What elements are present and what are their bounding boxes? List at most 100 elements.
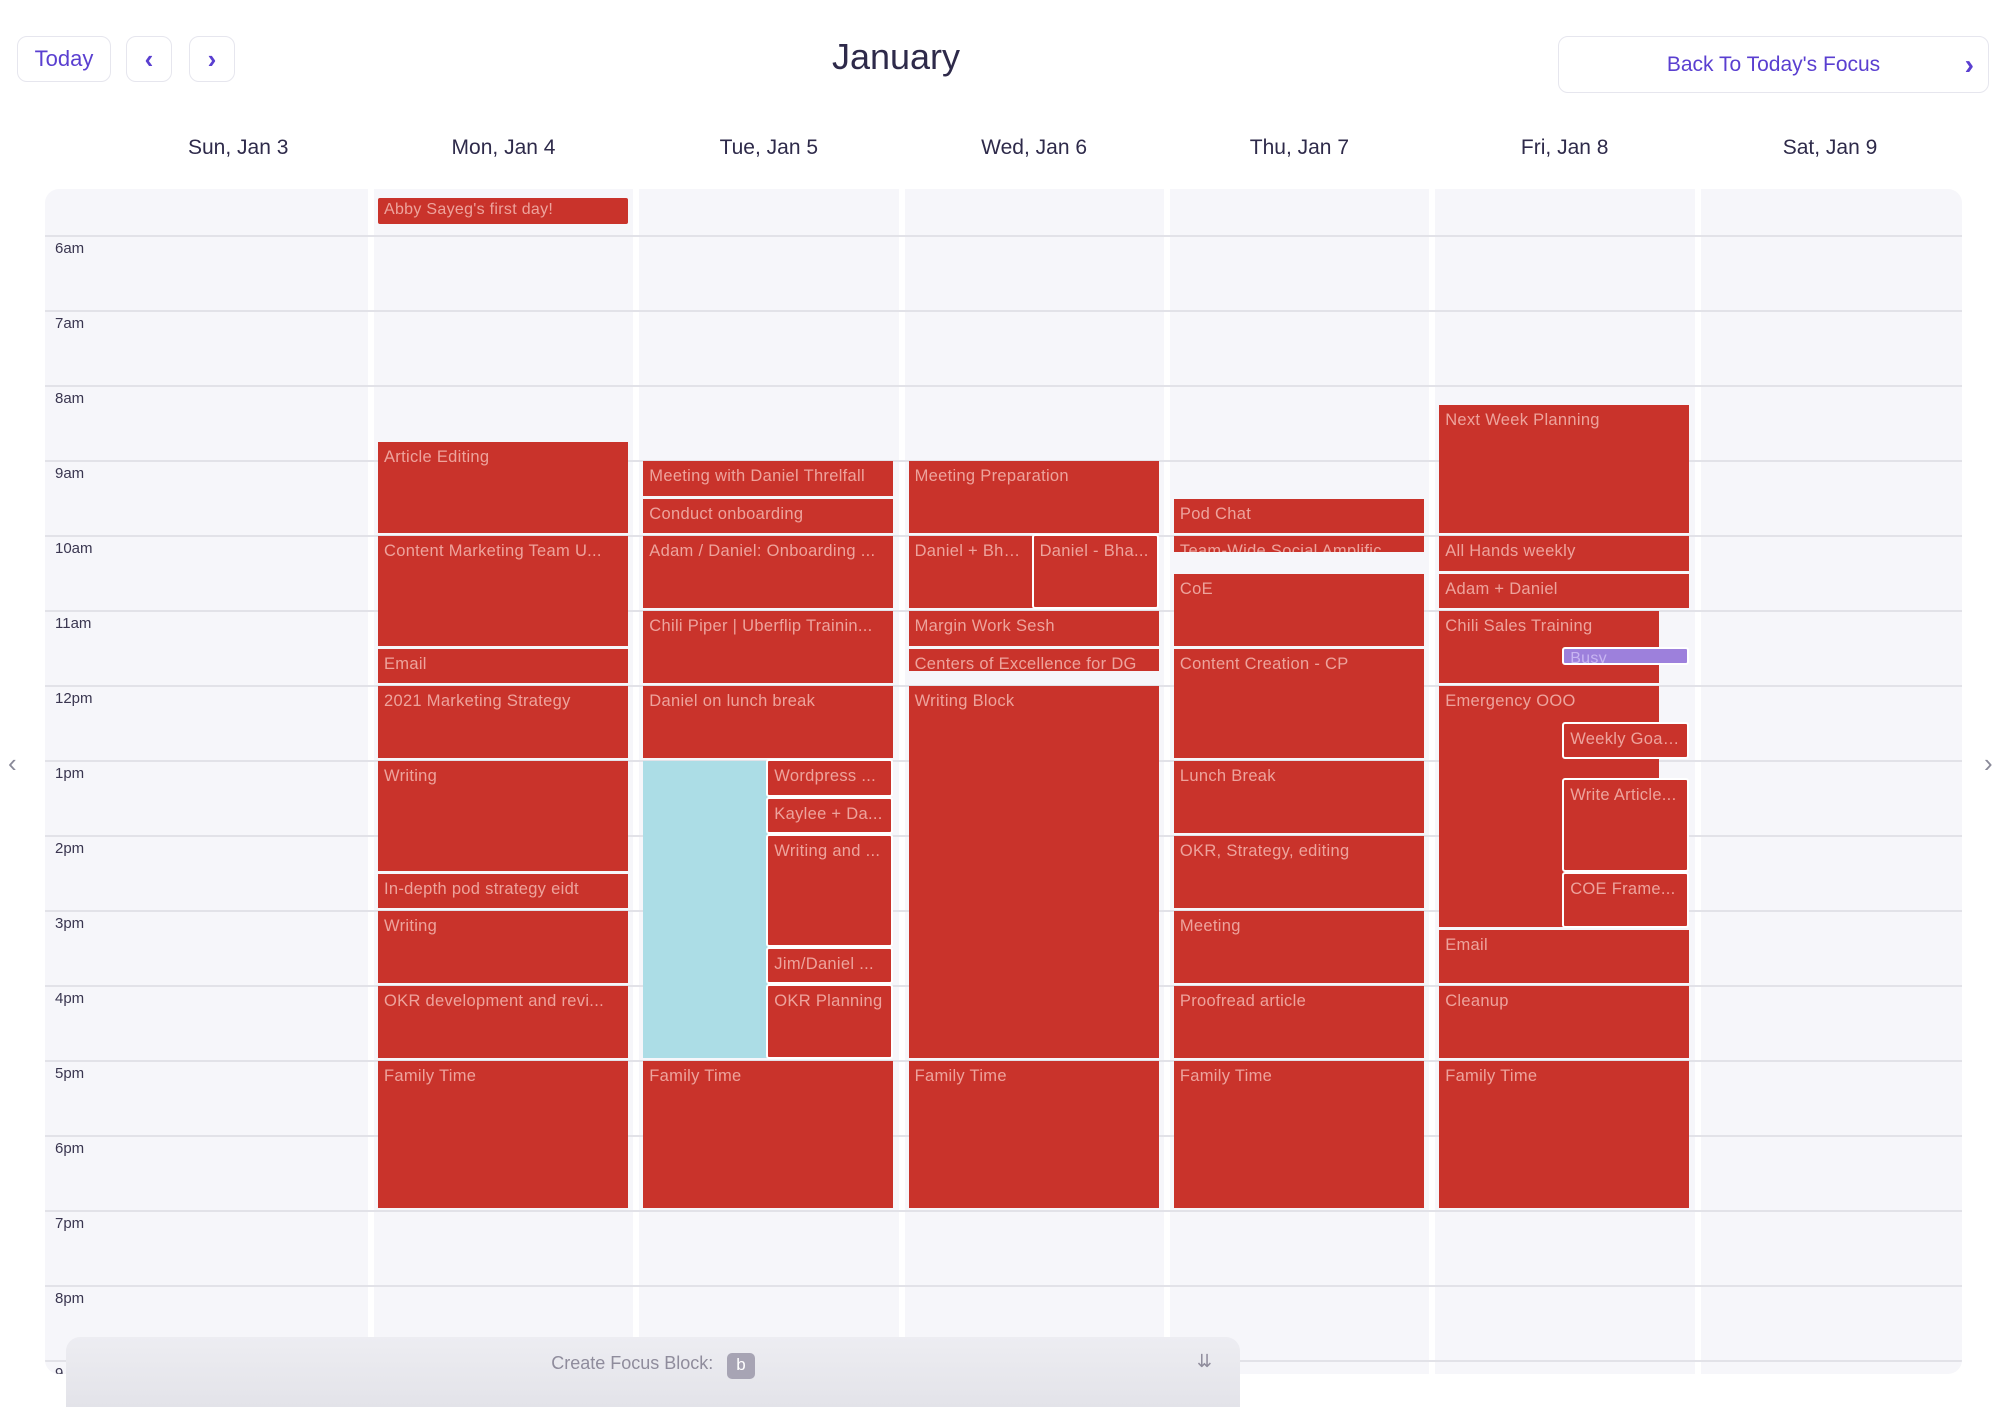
back-to-focus-label: Back To Today's Focus (1666, 52, 1881, 76)
create-focus-block-bar[interactable]: Create Focus Block: b ⇊ (66, 1337, 1240, 1407)
hour-label: 4pm (55, 990, 85, 1007)
calendar-event[interactable]: OKR, Strategy, editing (1173, 836, 1424, 908)
hour-label: 1pm (55, 765, 85, 782)
calendar-event[interactable]: OKR development and revi... (378, 986, 628, 1058)
hour-label: 12pm (55, 690, 93, 707)
calendar-event[interactable]: Family Time (1173, 1061, 1424, 1208)
calendar-event[interactable]: Email (1439, 929, 1690, 983)
calendar-grid: 6am 7am 8am 9am 10am 11am 12pm 1pm 2pm 3pm 4pm 5pm 6… (45, 189, 1962, 1374)
day-header: Thu, Jan 7 (1249, 136, 1349, 159)
calendar-event[interactable]: Cleanup (1439, 986, 1690, 1058)
hour-label: 9 (55, 1365, 64, 1374)
day-header: Wed, Jan 6 (981, 136, 1088, 159)
calendar-event[interactable]: Jim/Daniel ... (766, 946, 894, 984)
calendar-event[interactable]: Proofread article (1173, 986, 1424, 1058)
calendar-event[interactable]: Write Article... (1562, 777, 1690, 872)
calendar-event[interactable]: Margin Work Sesh (908, 611, 1159, 646)
calendar-event[interactable]: Writing (378, 761, 628, 871)
calendar-event[interactable]: Conduct onboarding (643, 498, 894, 533)
chevron-left-icon: ‹ (8, 748, 17, 778)
calendar-event[interactable]: Family Time (378, 1061, 628, 1208)
hour-label: 2pm (55, 840, 85, 857)
day-header: Sat, Jan 9 (1782, 136, 1878, 159)
calendar-event[interactable]: Team-Wide Social Amplific... (1173, 536, 1424, 552)
next-week-button[interactable]: › (189, 36, 235, 82)
calendar-event[interactable]: Daniel + Bhavna (908, 536, 1034, 608)
column-divider (368, 189, 374, 1374)
day-header: Fri, Jan 8 (1520, 136, 1609, 159)
hour-label: 7am (55, 315, 85, 332)
next-week-arrow[interactable]: › (1984, 748, 1993, 779)
hour-label: 7pm (55, 1215, 85, 1232)
month-title: January (831, 36, 961, 77)
calendar-event[interactable]: COE Frame... (1562, 871, 1690, 928)
calendar-event[interactable]: In-depth pod strategy eidt (378, 873, 628, 908)
calendar-event[interactable]: Meeting with Daniel Threlfall (643, 461, 894, 496)
all-day-event[interactable]: Abby Sayeg's first day! (378, 198, 628, 224)
prev-week-button[interactable]: ‹ (126, 36, 172, 82)
column-divider (1429, 189, 1436, 1374)
day-header: Tue, Jan 5 (719, 136, 819, 159)
column-divider (633, 189, 640, 1374)
calendar-event[interactable]: 2021 Marketing Strategy (378, 686, 628, 758)
hour-line (45, 310, 1962, 312)
column-divider (898, 189, 905, 1374)
hour-line (45, 1285, 1962, 1287)
calendar-event[interactable]: Wordpress ... (766, 759, 894, 797)
hour-label: 10am (55, 540, 93, 557)
calendar-event[interactable]: Next Week Planning (1439, 404, 1690, 533)
calendar-event[interactable]: Meeting Preparation (908, 461, 1159, 533)
chevron-left-icon: ‹ (144, 43, 154, 74)
hour-label: 6pm (55, 1140, 85, 1157)
calendar-event[interactable]: Chili Piper | Uberflip Trainin... (643, 611, 894, 683)
calendar-event[interactable]: Writing Block (908, 686, 1159, 1058)
prev-week-arrow[interactable]: ‹ (8, 748, 17, 779)
calendar-event[interactable]: Centers of Excellence for DG (908, 648, 1159, 671)
hour-label: 8am (55, 390, 85, 407)
chevron-right-icon: › (1964, 48, 1974, 80)
hour-label: 5pm (55, 1065, 85, 1082)
calendar-event[interactable]: Writing and ... (766, 834, 894, 947)
blocked-time[interactable] (643, 761, 769, 1058)
hour-label: 6am (55, 240, 85, 257)
calendar-event[interactable]: Adam + Daniel (1439, 573, 1690, 608)
hour-line (45, 235, 1962, 237)
day-header: Sun, Jan 3 (187, 136, 289, 159)
calendar-event[interactable]: Lunch Break (1173, 761, 1424, 833)
hour-line (45, 1210, 1962, 1212)
calendar-event[interactable]: Article Editing (378, 442, 628, 533)
calendar-event[interactable]: Meeting (1173, 911, 1424, 983)
calendar-event[interactable]: All Hands weekly (1439, 536, 1690, 571)
chevron-right-icon: › (1984, 748, 1993, 778)
hour-label: 3pm (55, 915, 85, 932)
calendar-event[interactable]: Family Time (643, 1061, 894, 1208)
hour-label: 11am (55, 615, 92, 632)
hour-label: 9am (55, 465, 85, 482)
calendar-event[interactable]: Kaylee + Da... (766, 796, 894, 834)
calendar-event[interactable]: Daniel on lunch break (643, 686, 894, 758)
calendar-event[interactable]: Family Time (908, 1061, 1159, 1208)
calendar-event[interactable]: Adam / Daniel: Onboarding ... (643, 536, 894, 608)
column-divider (1163, 189, 1170, 1374)
calendar-event[interactable]: Weekly Goal... (1562, 721, 1690, 759)
calendar-event[interactable]: Email (378, 648, 628, 683)
calendar-event[interactable]: OKR Planning (766, 984, 894, 1059)
calendar-event[interactable]: Daniel - Bha... (1031, 534, 1159, 609)
chevron-right-icon: › (207, 43, 217, 74)
double-chevron-down-icon[interactable]: ⇊ (1197, 1351, 1212, 1372)
busy-block[interactable]: Busy (1562, 646, 1690, 666)
today-button[interactable]: Today (17, 36, 111, 82)
hour-line (45, 385, 1962, 387)
day-header: Mon, Jan 4 (451, 136, 556, 159)
calendar-event[interactable]: Content Marketing Team U... (378, 536, 628, 646)
calendar-event[interactable]: CoE (1173, 573, 1424, 646)
back-to-focus-button[interactable]: Back To Today's Focus › (1558, 36, 1989, 93)
calendar-event[interactable]: Family Time (1439, 1061, 1690, 1208)
calendar-event[interactable]: Pod Chat (1173, 498, 1424, 533)
column-divider (1694, 189, 1701, 1374)
calendar-event[interactable]: Writing (378, 911, 628, 983)
shortcut-key-badge: b (727, 1353, 755, 1379)
create-focus-block-label: Create Focus Block: (551, 1353, 714, 1373)
calendar-event[interactable]: Content Creation - CP (1173, 648, 1424, 758)
hour-label: 8pm (55, 1290, 85, 1307)
